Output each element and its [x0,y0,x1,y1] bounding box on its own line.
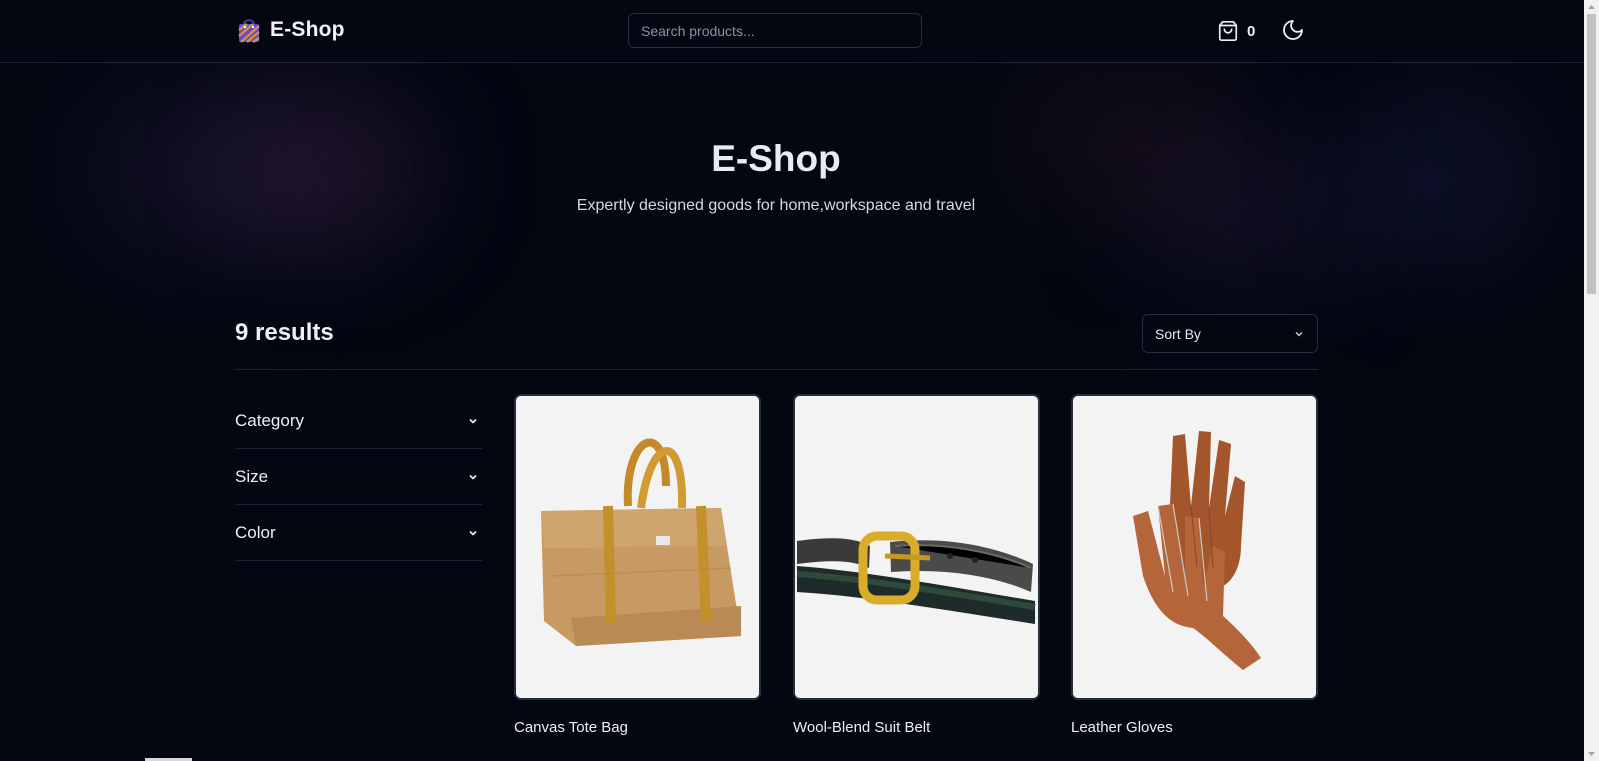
cart-button[interactable]: 0 [1217,20,1255,42]
logo-link[interactable]: E-Shop [237,16,345,44]
cart-count: 0 [1247,22,1256,40]
vertical-scrollbar[interactable] [1584,0,1599,761]
site-header: E-Shop 0 [0,0,1584,63]
product-card: Canvas Tote Bag [514,394,761,736]
results-count: 9 results [235,319,334,346]
filter-label: Color [235,522,276,542]
product-name[interactable]: Wool-Blend Suit Belt [793,719,1040,736]
filter-category[interactable]: Category [235,393,482,449]
shopping-bag-icon [238,19,260,43]
search-input[interactable] [628,13,922,48]
scroll-up-arrow-icon[interactable] [1584,0,1599,14]
product-image-link[interactable] [514,394,761,700]
chevron-down-icon [469,474,477,480]
chevron-down-icon [1295,331,1303,337]
product-card: Wool-Blend Suit Belt [793,394,1040,736]
filter-size[interactable]: Size [235,449,482,505]
tote-bag-image [516,396,759,698]
sort-dropdown[interactable]: Sort By [1142,314,1318,353]
logo-text: E-Shop [270,18,345,41]
product-name[interactable]: Canvas Tote Bag [514,719,761,736]
shopping-bag-icon [1218,21,1238,41]
product-card: Leather Gloves [1071,394,1318,736]
filter-color[interactable]: Color [235,505,482,561]
chevron-down-icon [469,418,477,424]
filter-label: Category [235,410,304,430]
hero-subtitle: Expertly designed goods for home,workspa… [576,197,976,214]
sort-label: Sort By [1155,325,1201,342]
scrollbar-thumb[interactable] [1587,14,1596,294]
scroll-down-arrow-icon[interactable] [1584,747,1599,761]
theme-toggle-button[interactable] [1281,18,1305,42]
hero-title: E-Shop [711,138,841,179]
product-image-link[interactable] [793,394,1040,700]
page: E-Shop 0 E-Shop Expertly designed goods … [0,0,1584,761]
belt-image [795,396,1038,698]
divider [235,369,1318,370]
product-name[interactable]: Leather Gloves [1071,719,1318,736]
filter-sidebar: Category Size Color [235,393,482,561]
product-image-link[interactable] [1071,394,1318,700]
gloves-image [1073,396,1316,698]
chevron-down-icon [469,530,477,536]
background-glow [1330,90,1550,270]
moon-icon [1283,20,1303,40]
filter-label: Size [235,466,269,486]
